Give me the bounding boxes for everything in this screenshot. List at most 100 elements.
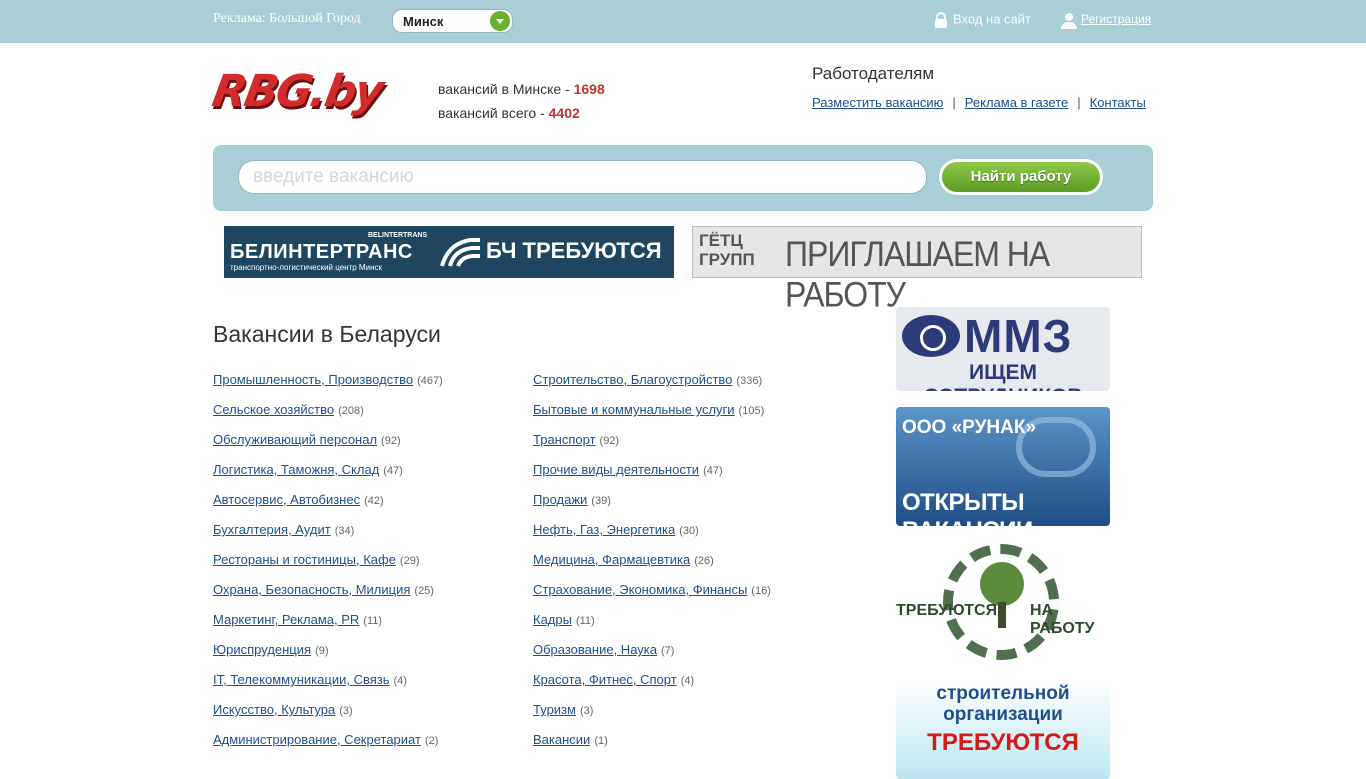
city-select-value: Минск [403, 14, 444, 29]
ad-construction-title: строительной организации [936, 683, 1070, 725]
category-item: Администрирование, Секретариат (2) [213, 732, 443, 762]
category-link[interactable]: Сельское хозяйство [213, 402, 334, 417]
post-vacancy-link[interactable]: Разместить вакансию [812, 95, 943, 110]
stats-minsk-count: 1698 [573, 81, 605, 97]
stats-total: вакансий всего - 4402 [438, 101, 605, 125]
category-link[interactable]: Прочие виды деятельности [533, 462, 699, 477]
category-count: (39) [591, 495, 611, 507]
find-job-button-label: Найти работу [942, 162, 1100, 192]
category-item: Прочие виды деятельности (47) [533, 462, 771, 492]
search-field[interactable] [238, 160, 927, 194]
category-count: (47) [383, 465, 403, 477]
category-item: Страхование, Экономика, Финансы (16) [533, 582, 771, 612]
vacancy-stats: вакансий в Минске - 1698 вакансий всего … [438, 77, 605, 125]
tree-trunk-icon [998, 602, 1006, 628]
category-link[interactable]: Бухгалтерия, Аудит [213, 522, 331, 537]
category-count: (47) [703, 465, 723, 477]
category-link[interactable]: Рестораны и гостиницы, Кафе [213, 552, 396, 567]
chevron-down-icon[interactable] [490, 11, 510, 31]
category-link[interactable]: Строительство, Благоустройство [533, 372, 732, 387]
category-link[interactable]: Образование, Наука [533, 642, 657, 657]
logo-text: RBG.by [208, 66, 386, 117]
category-item: Бухгалтерия, Аудит (34) [213, 522, 443, 552]
login-label: Вход на сайт [953, 11, 1031, 27]
category-item: Охрана, Безопасность, Милиция (25) [213, 582, 443, 612]
category-link[interactable]: IT, Телекоммуникации, Связь [213, 672, 390, 687]
category-count: (1) [594, 735, 608, 747]
banner-getz-right: ПРИГЛАШАЕМ НА РАБОТУ [785, 234, 1050, 315]
ad-construction-subtitle: ТРЕБУЮТСЯ [927, 729, 1079, 756]
top-bar: Реклама: Большой Город Минск Вход на сай… [0, 0, 1366, 43]
category-link[interactable]: Автосервис, Автобизнес [213, 492, 360, 507]
railway-logo-icon [440, 236, 482, 268]
banner-belintertrans[interactable]: BELINTERTRANS БЕЛИНТЕРТРАНС транспортно-… [224, 226, 674, 278]
register-label[interactable]: Регистрация [1081, 12, 1151, 26]
category-list-right: Строительство, Благоустройство (336) Бытов… [533, 372, 771, 762]
category-link[interactable]: Охрана, Безопасность, Милиция [213, 582, 410, 597]
category-count: (208) [338, 405, 364, 417]
category-link[interactable]: Промышленность, Производство [213, 372, 413, 387]
category-count: (25) [414, 585, 434, 597]
stats-minsk-label: вакансий в Минске - [438, 81, 574, 97]
category-count: (26) [694, 555, 714, 567]
category-list-left: Промышленность, Производство (467) Сельско… [213, 372, 443, 762]
banner-belintertrans-small: BELINTERTRANS [368, 232, 428, 239]
category-item: Вакансии (1) [533, 732, 771, 762]
ad-mmz[interactable]: ММЗ ИЩЕМ СОТРУДНИКОВ [896, 307, 1110, 391]
category-link[interactable]: Искусство, Культура [213, 702, 335, 717]
ad-runak[interactable]: ООО «РУНАК» ОТКРЫТЫ ВАКАНСИИ [896, 407, 1110, 526]
category-link[interactable]: Продажи [533, 492, 587, 507]
category-count: (29) [399, 555, 420, 567]
category-link[interactable]: Маркетинг, Реклама, PR [213, 612, 359, 627]
category-link[interactable]: Нефть, Газ, Энергетика [533, 522, 675, 537]
category-count: (34) [334, 525, 355, 537]
ad-mmz-subtitle: ИЩЕМ СОТРУДНИКОВ [923, 361, 1082, 391]
banner-getz-line1: ГЁТЦ [699, 231, 743, 250]
category-link[interactable]: Кадры [533, 612, 572, 627]
category-link[interactable]: Туризм [533, 702, 576, 717]
ad-construction[interactable]: строительной организации ТРЕБУЮТСЯ [896, 679, 1110, 779]
category-count: (11) [575, 615, 595, 627]
login-link[interactable]: Вход на сайт [932, 11, 1031, 29]
search-input[interactable] [239, 161, 926, 193]
category-count: (11) [363, 615, 383, 627]
category-link[interactable]: Транспорт [533, 432, 596, 447]
city-select[interactable]: Минск [392, 9, 513, 33]
ad-lesxoz[interactable]: ТРЕБУЮТСЯ НА РАБОТУ [896, 542, 1110, 661]
banner-getz[interactable]: ГЁТЦ ГРУПП ПРИГЛАШАЕМ НА РАБОТУ [692, 226, 1142, 314]
category-count: (2) [424, 735, 439, 747]
site-logo[interactable]: RBG.by [209, 66, 413, 122]
category-link[interactable]: Администрирование, Секретариат [213, 732, 421, 747]
ad-lesxoz-right: НА РАБОТУ [1030, 602, 1095, 637]
category-item: Автосервис, Автобизнес (42) [213, 492, 443, 522]
user-icon [1060, 11, 1078, 29]
category-link[interactable]: Вакансии [533, 732, 590, 747]
category-link[interactable]: Обслуживающий персонал [213, 432, 377, 447]
category-count: (7) [660, 645, 675, 657]
category-link[interactable]: Красота, Фитнес, Спорт [533, 672, 677, 687]
banner-getz-logo: ГЁТЦ ГРУПП [699, 231, 755, 269]
contacts-link[interactable]: Контакты [1090, 95, 1146, 110]
category-item: Медицина, Фармацевтика (26) [533, 552, 771, 582]
separator: | [952, 95, 956, 110]
category-item: Бытовые и коммунальные услуги (105) [533, 402, 771, 432]
lock-icon [932, 11, 950, 29]
find-job-button[interactable]: Найти работу [939, 159, 1103, 195]
category-link[interactable]: Логистика, Таможня, Склад [213, 462, 379, 477]
category-item: Продажи (39) [533, 492, 771, 522]
category-count: (16) [751, 585, 771, 597]
category-link[interactable]: Медицина, Фармацевтика [533, 552, 690, 567]
category-link[interactable]: Бытовые и коммунальные услуги [533, 402, 735, 417]
category-item: Образование, Наука (7) [533, 642, 771, 672]
mmz-emblem-icon [902, 315, 960, 357]
category-link[interactable]: Страхование, Экономика, Финансы [533, 582, 747, 597]
category-item: Искусство, Культура (3) [213, 702, 443, 732]
category-link[interactable]: Юриспруденция [213, 642, 311, 657]
register-link[interactable]: Регистрация [1060, 11, 1151, 29]
newspaper-ad-link[interactable]: Реклама в газете [965, 95, 1068, 110]
category-item: Логистика, Таможня, Склад (47) [213, 462, 443, 492]
category-item: Красота, Фитнес, Спорт (4) [533, 672, 771, 702]
banner-belintertrans-right: БЧ ТРЕБУЮТСЯ [486, 238, 662, 263]
ad-label: Реклама: Большой Город [213, 11, 361, 26]
category-item: Маркетинг, Реклама, PR (11) [213, 612, 443, 642]
